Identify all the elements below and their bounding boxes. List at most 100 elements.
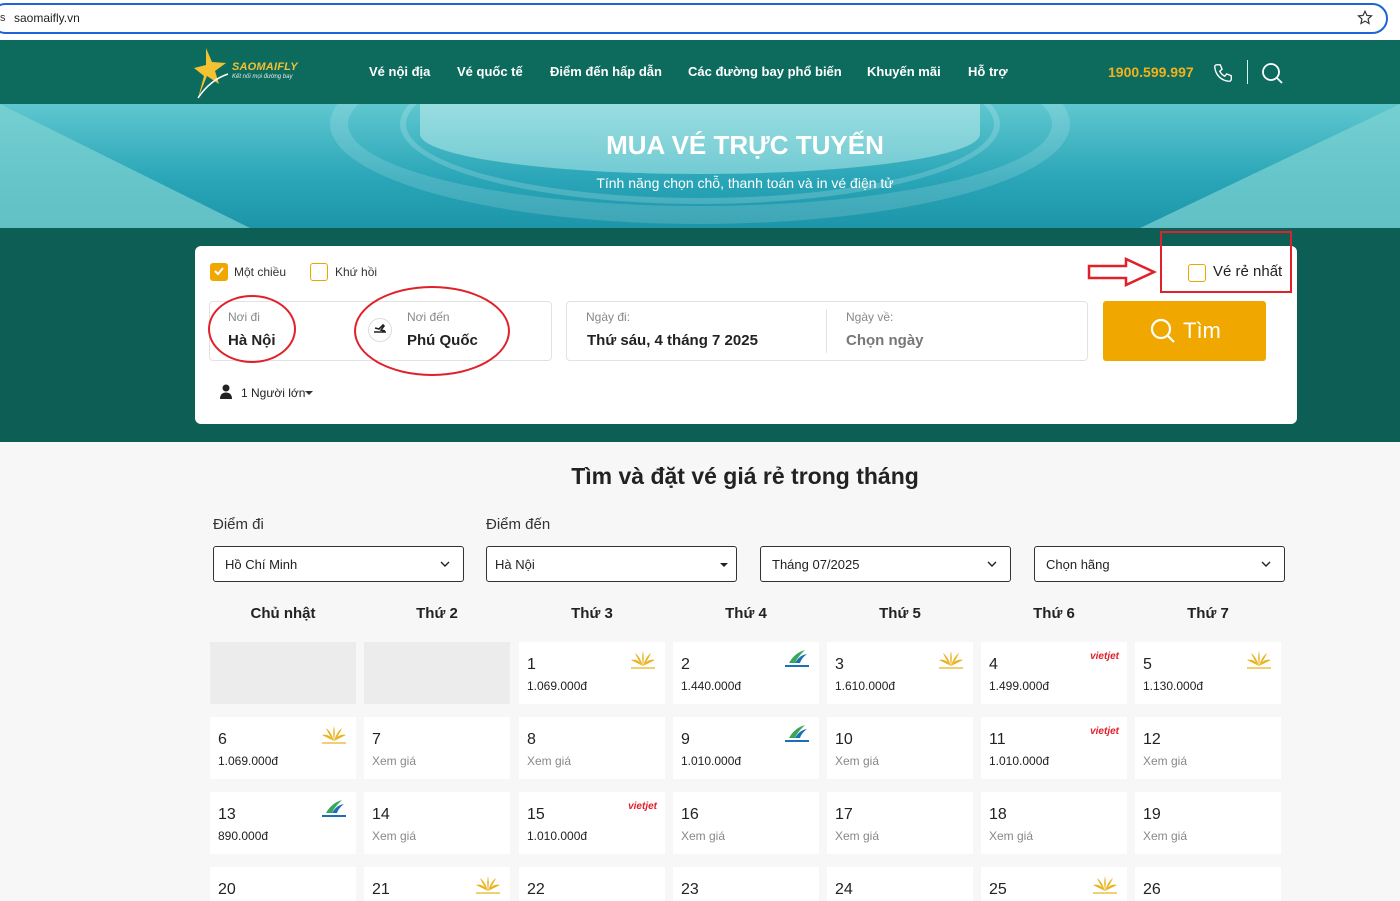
weekday-header: Thứ 7 xyxy=(1187,605,1229,622)
day-number: 7 xyxy=(372,731,381,748)
calendar-day[interactable]: 15 1.010.000đ vietjet xyxy=(519,792,665,854)
calendar-day[interactable]: 5 1.130.000đ xyxy=(1135,642,1281,704)
day-price: 1.499.000đ xyxy=(989,679,1050,693)
calendar-day[interactable]: 19 Xem giá xyxy=(1135,792,1281,854)
day-price: 1.069.000đ xyxy=(527,679,588,693)
calendar-day[interactable]: 10 Xem giá xyxy=(827,717,973,779)
calendar-title: Tìm và đặt vé giá rẻ trong tháng xyxy=(571,463,919,489)
day-number: 18 xyxy=(989,806,1007,823)
nav-item-popular-routes[interactable]: Các đường bay phổ biến xyxy=(688,64,842,79)
one-way-label[interactable]: Một chiều xyxy=(234,265,286,279)
calendar-day[interactable]: 13 890.000đ xyxy=(210,792,356,854)
passenger-selector[interactable]: 1 Người lớn xyxy=(241,386,305,400)
vietnam-airlines-lotus-icon xyxy=(474,873,502,895)
vietjet-logo-icon: vietjet xyxy=(1090,651,1119,662)
annotation-box xyxy=(1160,231,1292,293)
calendar-day[interactable]: 2 1.440.000đ xyxy=(673,642,819,704)
from-select-value: Hồ Chí Minh xyxy=(225,557,298,572)
day-view-price: Xem giá xyxy=(989,829,1034,843)
round-trip-checkbox[interactable] xyxy=(310,263,328,281)
caret-down-icon[interactable] xyxy=(305,391,313,395)
calendar-day[interactable]: 14 Xem giá xyxy=(364,792,510,854)
vietnam-airlines-lotus-icon xyxy=(1091,873,1119,895)
phone-icon[interactable] xyxy=(1212,62,1234,84)
day-view-price: Xem giá xyxy=(1143,754,1188,768)
day-price: 1.010.000đ xyxy=(989,754,1050,768)
vietjet-logo-icon: vietjet xyxy=(1090,726,1119,737)
calendar-day[interactable]: 9 1.010.000đ xyxy=(673,717,819,779)
day-number: 12 xyxy=(1143,731,1161,748)
nav-item-support[interactable]: Hỗ trợ xyxy=(968,64,1008,79)
bamboo-airways-icon xyxy=(320,798,348,820)
calendar-day[interactable]: 18 Xem giá xyxy=(981,792,1127,854)
search-button-label: Tìm xyxy=(1183,318,1221,343)
calendar-day[interactable]: 25Xem giá xyxy=(981,867,1127,901)
day-price: 1.069.000đ xyxy=(218,754,279,768)
address-fragment: s xyxy=(0,12,6,24)
calendar-day[interactable]: 16 Xem giá xyxy=(673,792,819,854)
calendar-day[interactable]: 1 1.069.000đ xyxy=(519,642,665,704)
day-number: 25 xyxy=(989,881,1007,898)
banner-title: MUA VÉ TRỰC TUYẾN xyxy=(606,130,884,160)
nav-item-promotions[interactable]: Khuyến mãi xyxy=(867,64,941,79)
browser-address-bar: s saomaifly.vn xyxy=(0,0,1400,40)
nav-item-domestic[interactable]: Vé nội địa xyxy=(369,64,430,79)
round-trip-label[interactable]: Khứ hồi xyxy=(335,265,377,279)
hero-banner xyxy=(0,104,1400,228)
calendar-day[interactable]: 8 Xem giá xyxy=(519,717,665,779)
calendar-day[interactable]: 6 1.069.000đ xyxy=(210,717,356,779)
day-number: 6 xyxy=(218,731,227,748)
depart-date-label: Ngày đi: xyxy=(586,310,631,324)
calendar-day[interactable]: 24Xem giá xyxy=(827,867,973,901)
from-select[interactable]: Hồ Chí Minh xyxy=(213,546,464,582)
airline-select[interactable]: Chọn hãng xyxy=(1034,546,1285,582)
day-number: 3 xyxy=(835,656,844,673)
weekday-header: Thứ 4 xyxy=(725,605,767,622)
search-icon xyxy=(1150,318,1175,343)
calendar-day[interactable]: 11 1.010.000đ vietjet xyxy=(981,717,1127,779)
weekday-header: Thứ 5 xyxy=(879,605,921,622)
day-number: 24 xyxy=(835,881,853,898)
to-select-value: Hà Nội xyxy=(495,557,535,572)
calendar-day[interactable]: 22Xem giá xyxy=(519,867,665,901)
cheapest-ticket-checkbox[interactable] xyxy=(1188,264,1206,282)
day-number: 9 xyxy=(681,731,690,748)
calendar-day[interactable]: 26Xem giá xyxy=(1135,867,1281,901)
airline-select-value: Chọn hãng xyxy=(1046,557,1110,572)
calendar-day[interactable]: 3 1.610.000đ xyxy=(827,642,973,704)
search-button[interactable]: Tìm xyxy=(1103,301,1266,361)
search-icon[interactable] xyxy=(1260,61,1284,85)
logo-tagline: Kết nối mọi đường bay xyxy=(232,74,293,80)
vietnam-airlines-lotus-icon xyxy=(629,648,657,670)
return-date-field[interactable]: Ngày về: Chọn ngày xyxy=(828,302,1086,360)
nav-item-destinations[interactable]: Điểm đến hấp dẫn xyxy=(550,64,662,79)
day-number: 15 xyxy=(527,806,545,823)
day-number: 23 xyxy=(681,881,699,898)
day-number: 16 xyxy=(681,806,699,823)
hotline-number[interactable]: 1900.599.997 xyxy=(1108,64,1194,80)
day-price: 1.610.000đ xyxy=(835,679,896,693)
calendar-day[interactable]: 17 Xem giá xyxy=(827,792,973,854)
caret-down-icon xyxy=(720,563,728,567)
day-price: 1.010.000đ xyxy=(681,754,742,768)
calendar-day[interactable]: 23Xem giá xyxy=(673,867,819,901)
annotation-circle-origin xyxy=(208,295,296,363)
cheapest-ticket-label[interactable]: Vé rẻ nhất xyxy=(1213,263,1282,280)
calendar-day[interactable]: 21Xem giá xyxy=(364,867,510,901)
url-field[interactable] xyxy=(0,3,1388,34)
day-view-price: Xem giá xyxy=(372,754,417,768)
annotation-arrow-icon xyxy=(1087,257,1157,287)
depart-date-field[interactable]: Ngày đi: Thứ sáu, 4 tháng 7 2025 xyxy=(567,302,825,360)
one-way-checkbox[interactable] xyxy=(210,263,228,281)
calendar-day[interactable]: 4 1.499.000đ vietjet xyxy=(981,642,1127,704)
person-icon[interactable] xyxy=(219,384,233,400)
nav-item-international[interactable]: Vé quốc tế xyxy=(457,64,523,79)
calendar-day[interactable]: 20Xem giá xyxy=(210,867,356,901)
day-number: 14 xyxy=(372,806,390,823)
to-select[interactable]: Hà Nội xyxy=(486,546,737,582)
url-text[interactable]: saomaifly.vn xyxy=(14,11,80,25)
calendar-day[interactable]: 12 Xem giá xyxy=(1135,717,1281,779)
month-select[interactable]: Tháng 07/2025 xyxy=(760,546,1011,582)
bookmark-star-icon[interactable] xyxy=(1356,9,1374,27)
calendar-day[interactable]: 7 Xem giá xyxy=(364,717,510,779)
